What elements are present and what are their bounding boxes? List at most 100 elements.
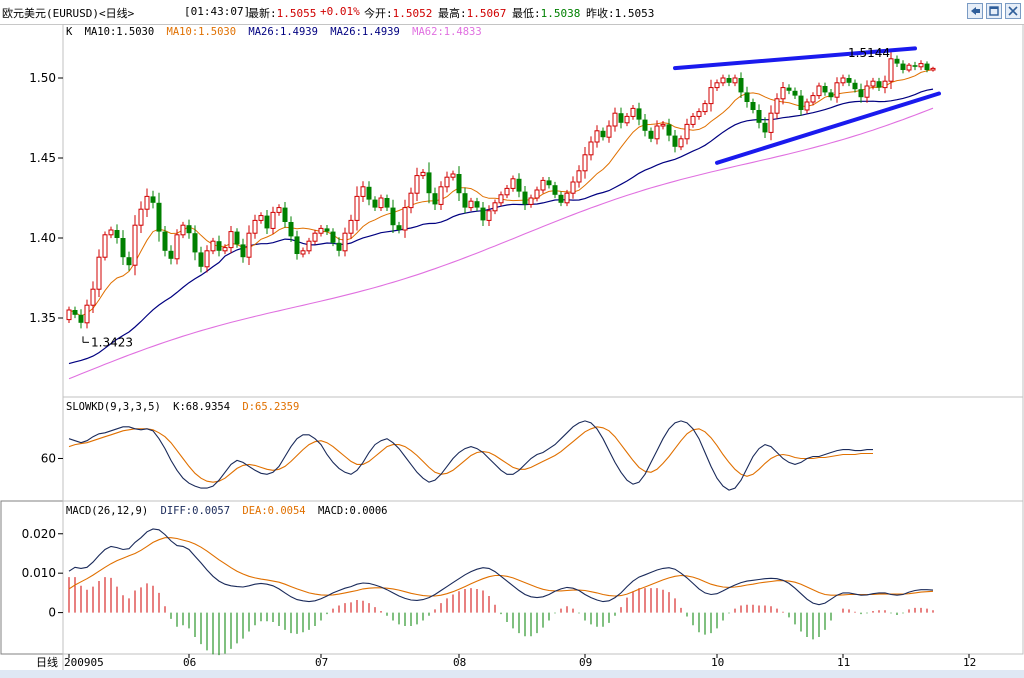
kd-d-line [68,426,873,483]
kd-k-value: K:68.9354 [173,401,230,413]
kd-d-value: D:65.2359 [242,401,299,413]
candle-body-down [750,102,756,110]
close-icon[interactable] [1005,3,1021,19]
restore-icon[interactable] [986,3,1002,19]
candle-body-down [324,228,330,232]
candle-body-up [834,82,840,98]
legend-ma26-a: MA26:1.4939 [248,26,318,38]
candle-body-up [96,256,102,290]
candle-body-down [156,202,162,232]
candle-body-down [516,178,522,192]
annotation-high: 1.5144 [848,46,890,60]
candle-body-up [228,231,234,249]
candle-body-down [924,63,930,70]
candle-body-up [630,107,636,117]
candle-body-up [588,141,594,156]
candle-body-up [576,170,582,183]
annotation-low: 1.3423 [91,335,133,349]
candle-body-up [414,175,420,194]
candle-body-up [564,192,570,204]
macd-y-tick: 0.020 [22,527,56,541]
quote-high: 最高:1.5067 [438,7,507,20]
candle-body-down [390,207,396,226]
candle-body-up [678,138,684,148]
back-icon[interactable] [967,3,983,19]
macd-y-tick: 0 [48,606,56,620]
candle-body-down [114,230,120,238]
candle-body-up [918,63,924,68]
candle-body-up [774,98,780,114]
legend-ma10-a: MA10:1.5030 [85,26,155,38]
trend-line [715,91,941,165]
candle-body-up [930,67,936,71]
title-bar: 欧元美元(EURUSD)<日线> [01:43:07] 最新:1.5055 +0… [0,0,1024,25]
candle-body-down [366,186,372,200]
candle-body-down [126,257,132,266]
candle-body-up [768,112,774,133]
candle-body-down [666,124,672,136]
candle-body-up [342,232,348,252]
quote-change: +0.01% [320,5,360,18]
candle-body-up [408,192,414,209]
candle-body-up [864,85,870,98]
price-legend: K MA10:1.5030 MA10:1.5030 MA26:1.4939 MA… [66,26,482,38]
candle-body-down [858,89,864,98]
candle-body-up [510,178,516,189]
candle-body-up [90,288,96,306]
candle-body-down [336,242,342,251]
candle-body-down [72,310,78,315]
candle-body-down [912,65,918,67]
candle-body-up [660,123,666,127]
x-axis: 日线 200905 06 07 08 09 10 11 12 [36,654,976,669]
candle-body-down [186,225,192,234]
candle-body-up [534,189,540,199]
candle-body-down [846,78,852,83]
candle-body-up [684,123,690,140]
candle-body-up [468,200,474,209]
candle-body-up [606,125,612,138]
status-bar [0,670,1024,678]
candle-body-up [270,211,276,229]
x-period-label: 日线 [36,655,58,669]
candle-body-down [522,191,528,205]
macd-panel: 0.020 0.010 0 [22,527,934,656]
x-tick-label: 10 [711,656,724,669]
kd-legend: SLOWKD(9,3,3,5) K:68.9354 D:65.2359 [66,401,299,413]
candle-body-down [756,110,762,123]
candle-body-down [642,119,648,131]
quote-prev-close: 昨收:1.5053 [586,7,655,20]
candle-body-down [900,63,906,70]
candle-body-down [294,236,300,254]
candle-body-up [498,194,504,204]
candle-body-up [312,232,318,242]
candle-body-down [474,201,480,208]
macd-dea-line [68,537,934,597]
candle-body-up [732,77,738,84]
candle-body-up [582,154,588,172]
ma26-line [68,88,934,365]
candle-body-up [882,80,888,89]
candle-body-down [894,58,900,64]
candle-body-up [570,181,576,194]
candle-body-up [450,173,456,178]
candle-body-down [264,215,270,229]
candle-body-down [798,95,804,110]
candle-body-up [816,85,822,97]
kd-y-tick: 60 [41,451,56,465]
candle-body-up [906,64,912,71]
candle-body-up [252,219,258,234]
price-panel: 1.35 1.40 1.45 1.50 1.3423 1.5144 [29,46,941,380]
x-tick-label: 06 [183,656,196,669]
price-y-tick: 1.45 [29,151,56,165]
candle-body-down [426,172,432,194]
kd-panel: 60 [41,420,873,491]
candle-body-up [204,250,210,268]
quote-low: 最低:1.5038 [512,7,581,20]
candle-body-down [552,185,558,195]
candle-body-up [594,130,600,143]
candle-body-down [240,244,246,258]
candle-body-down [822,86,828,93]
price-y-tick: 1.50 [29,71,56,85]
candle-body-up [378,197,384,209]
candle-body-up [246,232,252,258]
